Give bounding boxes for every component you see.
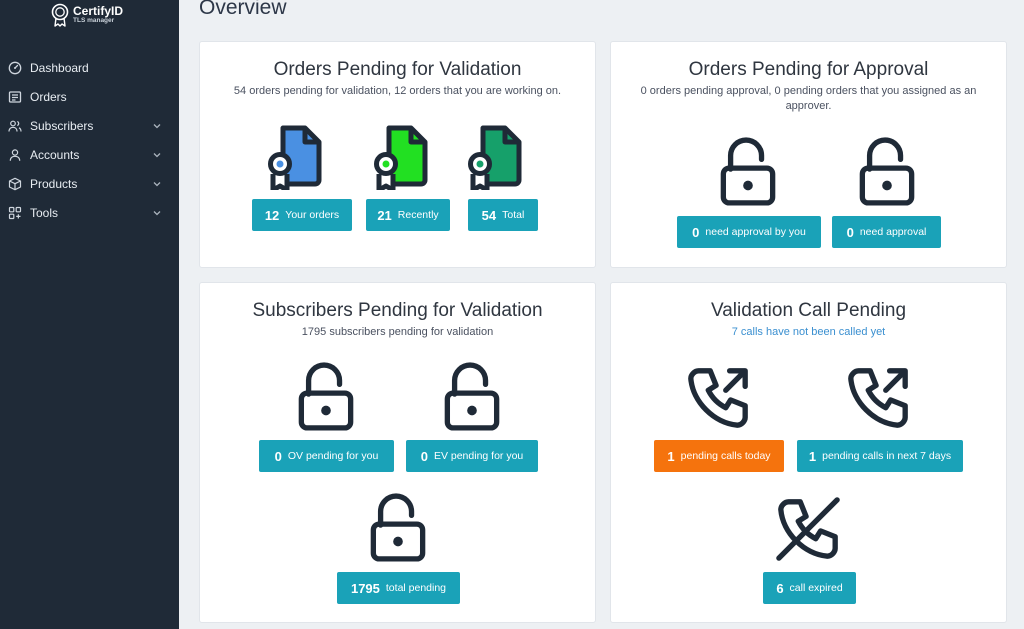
gauge-icon xyxy=(8,61,22,75)
sidebar-item-label: Tools xyxy=(30,205,59,220)
button-count: 1 xyxy=(808,448,817,464)
need-approval-button[interactable]: 0 need approval xyxy=(832,216,941,248)
sidebar-item-label: Orders xyxy=(30,89,67,104)
sidebar-item-label: Products xyxy=(30,176,78,191)
button-label: call expired xyxy=(789,582,843,594)
subscribers-validation-card: Subscribers Pending for Validation 1795 … xyxy=(199,282,596,623)
unlocked-padlock-icon xyxy=(297,361,355,431)
certificate-document-blue-icon xyxy=(268,125,322,190)
phone-off-icon xyxy=(775,496,841,562)
sidebar-item-dashboard[interactable]: Dashboard xyxy=(0,53,179,82)
validation-call-card: Validation Call Pending 7 calls have not… xyxy=(610,282,1007,623)
user-icon xyxy=(8,148,22,162)
card-subtitle: 1795 subscribers pending for validation xyxy=(301,326,494,338)
page-title: Overview xyxy=(199,0,287,19)
ev-pending-button[interactable]: 0 EV pending for you xyxy=(406,440,538,472)
ov-pending-button[interactable]: 0 OV pending for you xyxy=(259,440,394,472)
button-label: Recently xyxy=(397,209,439,221)
need-approval-by-you-button[interactable]: 0 need approval by you xyxy=(677,216,821,248)
call-expired-button[interactable]: 6 call expired xyxy=(763,572,856,604)
chevron-down-icon[interactable] xyxy=(152,150,162,160)
button-label: need approval xyxy=(859,226,927,238)
card-title: Orders Pending for Validation xyxy=(273,59,522,80)
button-label: OV pending for you xyxy=(287,450,379,462)
orders-approval-card: Orders Pending for Approval 0 orders pen… xyxy=(610,41,1007,268)
button-count: 0 xyxy=(274,448,282,464)
app-subtitle: TLS manager xyxy=(73,17,115,25)
card-subtitle: 54 orders pending for validation, 12 ord… xyxy=(233,85,562,97)
button-label: pending calls in next 7 days xyxy=(822,450,952,462)
sidebar-item-label: Accounts xyxy=(30,147,80,162)
button-count: 1795 xyxy=(350,580,380,596)
unlocked-padlock-icon xyxy=(719,136,777,206)
sidebar-item-orders[interactable]: Orders xyxy=(0,82,179,111)
button-label: total pending xyxy=(385,582,447,594)
receipt-icon xyxy=(8,90,22,104)
certify-logo-icon xyxy=(51,3,69,27)
recently-button[interactable]: 21 Recently xyxy=(366,199,450,231)
button-count: 0 xyxy=(692,224,700,240)
sidebar: CertifyID TLS manager Dashboard Orders S… xyxy=(0,0,179,629)
button-count: 0 xyxy=(846,224,854,240)
card-title: Orders Pending for Approval xyxy=(688,59,929,80)
card-title: Validation Call Pending xyxy=(710,300,907,321)
unlocked-padlock-icon xyxy=(443,361,501,431)
phone-outgoing-icon xyxy=(845,365,911,431)
unlocked-padlock-icon xyxy=(369,492,427,562)
pending-calls-next-7-days-button[interactable]: 1 pending calls in next 7 days xyxy=(797,440,963,472)
sidebar-item-subscribers[interactable]: Subscribers xyxy=(0,111,179,140)
app-name: CertifyID xyxy=(73,4,124,19)
sidebar-item-label: Dashboard xyxy=(30,60,89,75)
orders-validation-card: Orders Pending for Validation 54 orders … xyxy=(199,41,596,268)
card-subtitle: 7 calls have not been called yet xyxy=(731,326,886,338)
button-count: 54 xyxy=(481,207,497,223)
sidebar-item-label: Subscribers xyxy=(30,118,94,133)
certificate-document-darkgreen-icon xyxy=(468,125,522,190)
sidebar-item-tools[interactable]: Tools xyxy=(0,198,179,227)
sidebar-item-products[interactable]: Products xyxy=(0,169,179,198)
unlocked-padlock-icon xyxy=(858,136,916,206)
pending-calls-today-button[interactable]: 1 pending calls today xyxy=(654,440,784,472)
chevron-down-icon[interactable] xyxy=(152,179,162,189)
chevron-down-icon[interactable] xyxy=(152,121,162,131)
your-orders-button[interactable]: 12 Your orders xyxy=(252,199,352,231)
grid-plus-icon xyxy=(8,206,22,220)
phone-outgoing-icon xyxy=(685,365,751,431)
button-label: pending calls today xyxy=(680,450,771,462)
button-count: 1 xyxy=(667,448,675,464)
button-count: 21 xyxy=(377,207,392,223)
total-orders-button[interactable]: 54 Total xyxy=(468,199,538,231)
sidebar-item-accounts[interactable]: Accounts xyxy=(0,140,179,169)
app-logo[interactable]: CertifyID TLS manager xyxy=(50,3,123,27)
button-label: need approval by you xyxy=(705,226,806,238)
button-label: Your orders xyxy=(285,209,340,221)
certificate-document-green-icon xyxy=(374,125,428,190)
button-count: 0 xyxy=(420,448,428,464)
button-label: EV pending for you xyxy=(433,450,524,462)
card-title: Subscribers Pending for Validation xyxy=(252,300,543,321)
card-subtitle: 0 orders pending approval, 0 pending ord… xyxy=(640,85,977,112)
sidebar-nav: Dashboard Orders Subscribers Accounts Pr… xyxy=(0,53,179,227)
button-count: 12 xyxy=(264,207,280,223)
total-pending-button[interactable]: 1795 total pending xyxy=(337,572,460,604)
button-count: 6 xyxy=(776,580,784,596)
users-icon xyxy=(8,119,22,133)
button-label: Total xyxy=(502,209,525,221)
box-icon xyxy=(8,177,22,191)
chevron-down-icon[interactable] xyxy=(152,208,162,218)
